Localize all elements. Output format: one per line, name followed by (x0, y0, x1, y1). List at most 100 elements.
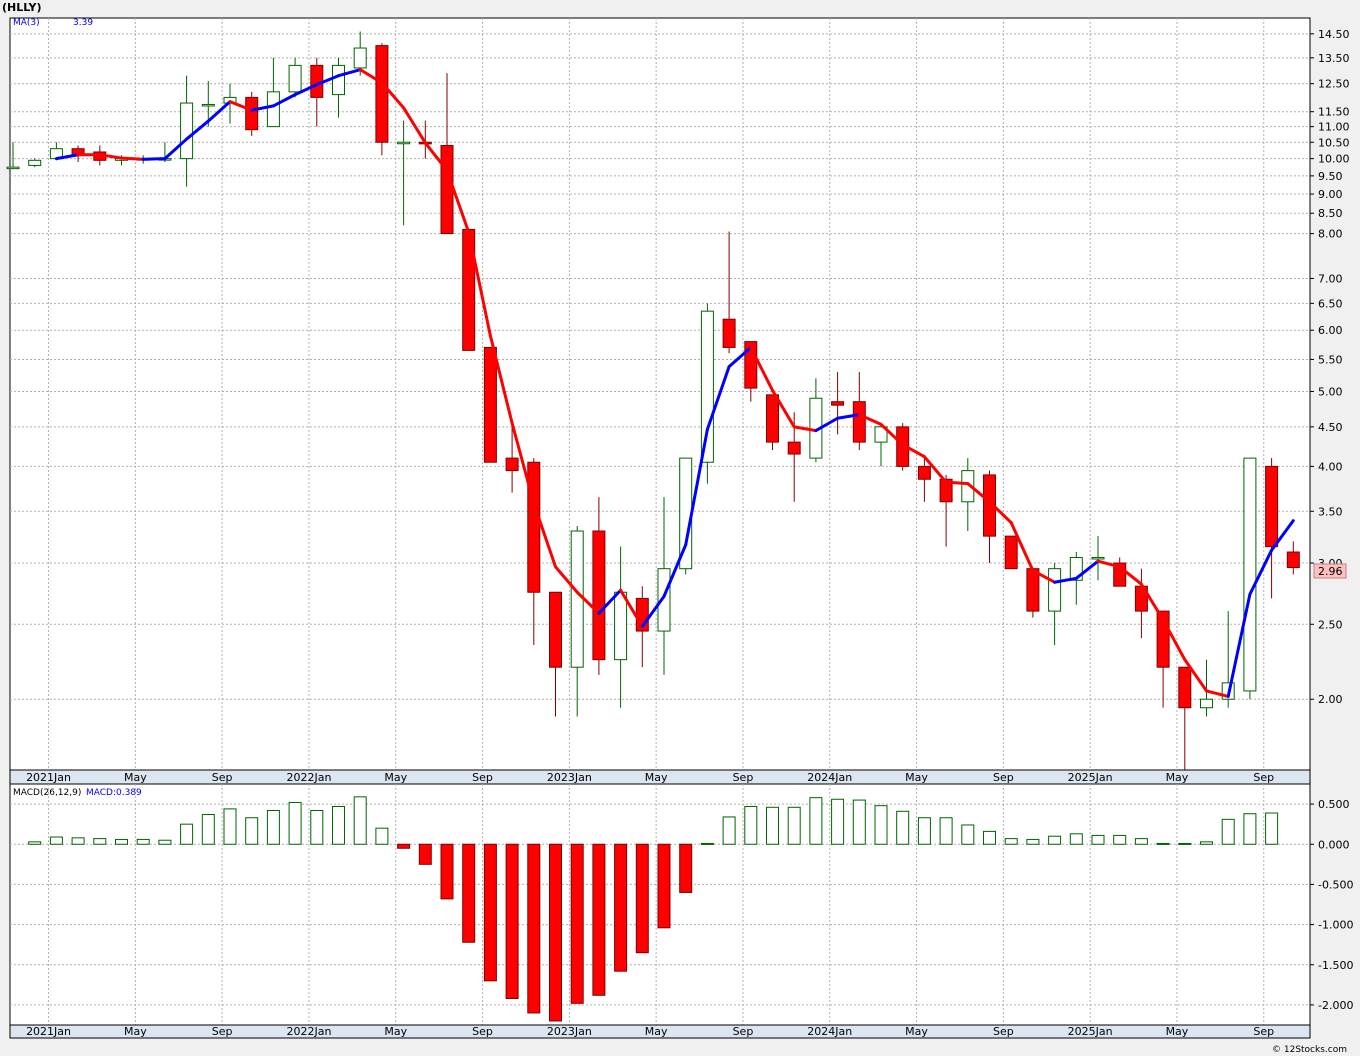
candle-body (592, 530, 606, 661)
price-tick-label: 14.50 (1318, 28, 1350, 41)
macd-bar (201, 814, 215, 845)
candle-body (245, 96, 259, 131)
price-axis: 2.002.503.003.504.004.505.005.506.006.50… (1310, 28, 1350, 706)
macd-bar (288, 801, 302, 845)
macd-bar (310, 810, 324, 845)
macd-label: MACD(26,12,9) (13, 788, 81, 798)
candle-body (201, 103, 215, 107)
price-tick-label: 8.50 (1318, 207, 1343, 220)
date-tick-label: 2021Jan (26, 771, 71, 784)
macd-bar (353, 796, 367, 845)
date-tick-label: 2022Jan (286, 1025, 331, 1038)
price-tick-label: 4.50 (1318, 421, 1343, 434)
candle-body (787, 441, 801, 455)
price-tick-label: 12.50 (1318, 78, 1350, 91)
ma-value: 3.39 (73, 18, 93, 28)
macd-bar (266, 810, 280, 845)
macd-bar (722, 816, 736, 845)
macd-bar (852, 799, 866, 845)
macd-tick-label: 0.500 (1318, 798, 1350, 811)
date-tick-label: 2023Jan (547, 771, 592, 784)
date-tick-label: Sep (212, 1025, 233, 1038)
macd-bar (1069, 833, 1083, 845)
macd-bar (831, 798, 845, 845)
price-tick-label: 5.50 (1318, 353, 1343, 366)
ma-segment (141, 157, 167, 161)
macd-bar (1156, 842, 1170, 845)
price-tick-label: 4.00 (1318, 460, 1343, 473)
macd-bar (1265, 812, 1279, 845)
macd-bar (635, 843, 649, 954)
macd-tick-label: -2.000 (1318, 999, 1353, 1012)
date-tick-label: Sep (212, 771, 233, 784)
date-tick-label: May (645, 771, 668, 784)
macd-bar (49, 836, 63, 845)
price-panel (9, 17, 1311, 771)
macd-bar (1026, 838, 1040, 845)
date-tick-label: May (645, 1025, 668, 1038)
ma-label: MA(3) (13, 18, 40, 28)
macd-bar (679, 843, 693, 893)
date-tick-label: Sep (1253, 771, 1274, 784)
macd-bar (614, 843, 628, 972)
macd-bar (1004, 838, 1018, 845)
candle-body (266, 91, 280, 128)
macd-bar (1200, 841, 1213, 845)
macd-bar (592, 843, 606, 996)
macd-bar (483, 843, 497, 982)
macd-tick-label: 0.000 (1318, 838, 1350, 851)
date-tick-label: Sep (733, 1025, 754, 1038)
price-tick-label: 6.50 (1318, 297, 1343, 310)
date-tick-label: 2022Jan (286, 771, 331, 784)
date-tick-label: 2021Jan (26, 1025, 71, 1038)
macd-bar (961, 824, 975, 845)
candle-body (700, 310, 714, 463)
macd-bar (939, 817, 953, 845)
macd-bar (1243, 813, 1257, 845)
candle-body (1200, 698, 1213, 709)
macd-bar (245, 817, 259, 845)
macd-bar (397, 843, 411, 849)
macd-bar (983, 830, 996, 845)
date-tick-label: Sep (472, 771, 493, 784)
date-tick-label: May (384, 1025, 407, 1038)
macd-bar (462, 843, 476, 943)
candle-body (1004, 535, 1018, 570)
macd-bar (917, 817, 931, 845)
candle-body (1243, 457, 1257, 692)
macd-bar (1113, 834, 1127, 845)
date-tick-label: Sep (733, 771, 754, 784)
candle-body (6, 166, 20, 170)
ma-segment (120, 156, 145, 161)
macd-tick-label: -0.500 (1318, 878, 1353, 891)
macd-axis: 0.500 0.000 -0.500 -1.000 -1.500 -2.000 (1310, 798, 1353, 1012)
price-tick-label: 2.00 (1318, 693, 1343, 706)
macd-bar (223, 808, 237, 845)
macd-bar (440, 843, 454, 900)
candle-body (722, 318, 736, 348)
candle-body (614, 591, 628, 661)
macd-bar (657, 843, 671, 929)
macd-tick-label: -1.500 (1318, 959, 1353, 972)
price-tick-label: 10.50 (1318, 136, 1350, 149)
date-tick-label: 2023Jan (547, 1025, 592, 1038)
macd-bar (766, 806, 779, 845)
candle-body (549, 591, 562, 668)
macd-bar (375, 827, 389, 845)
candle-body (852, 401, 866, 443)
candle-body (397, 141, 411, 145)
macd-bar (570, 843, 584, 1004)
candle-body (1026, 568, 1040, 612)
candle-body (831, 401, 845, 406)
date-tick-label: Sep (993, 1025, 1014, 1038)
macd-bar (158, 839, 172, 845)
macd-bar (332, 805, 345, 845)
candle-body (570, 530, 584, 668)
date-tick-label: Sep (993, 771, 1014, 784)
date-tick-label: May (905, 771, 928, 784)
ticker-title: (HLLY) (2, 1, 42, 14)
candle-body (440, 144, 454, 235)
date-tick-label: May (124, 771, 147, 784)
macd-bar (1221, 818, 1235, 845)
candle-body (1091, 556, 1105, 560)
